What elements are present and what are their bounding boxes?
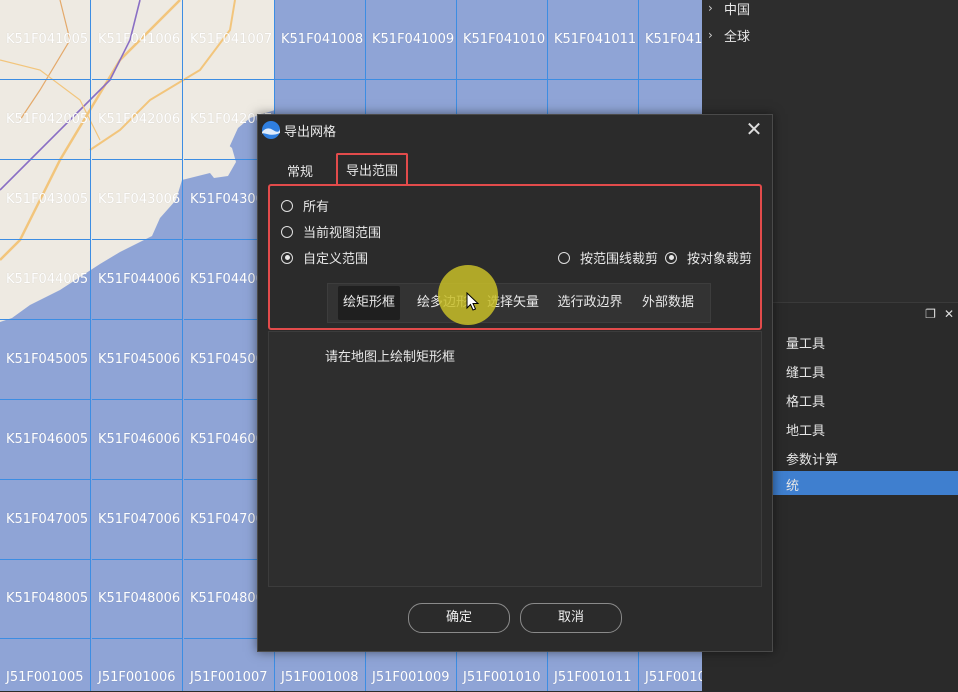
grid-cell-label: K51F041008 (281, 32, 364, 47)
grid-cell-label: K51F041005 (6, 32, 89, 47)
tree-item-label: 全球 (724, 29, 751, 45)
radio-circle-checked[interactable] (665, 251, 677, 264)
grid-cell-label: K51F044006 (98, 272, 181, 287)
chevron-right-icon[interactable]: › (708, 28, 724, 42)
grid-cell-label: J51F001007 (190, 670, 268, 685)
close-icon[interactable]: ✕ (742, 117, 766, 141)
draw-hint-panel: 请在地图上绘制矩形框 (268, 331, 762, 587)
radio-all[interactable]: 所有 (281, 196, 329, 215)
draw-rectangle-button[interactable]: 绘矩形框 (338, 286, 400, 320)
radio-clip-by-boundary[interactable]: 按范围线裁剪 (558, 248, 658, 267)
grid-cell-label: K51F047005 (6, 512, 89, 527)
external-data-button[interactable]: 外部数据 (634, 286, 702, 320)
grid-cell-label: K51F048006 (98, 591, 181, 606)
grid-cell-label: K51F041007 (190, 32, 273, 47)
ok-button[interactable]: 确定 (408, 603, 510, 633)
draw-hint-text: 请在地图上绘制矩形框 (325, 350, 456, 365)
grid-cell-label: J51F001010 (463, 670, 541, 685)
range-tool-group: 绘矩形框 绘多边形 选择矢量 选行政边界 外部数据 (327, 283, 711, 323)
radio-clip-by-object[interactable]: 按对象裁剪 (665, 248, 752, 267)
tool-item-label: 地工具 (786, 424, 826, 439)
radio-label: 当前视图范围 (303, 226, 382, 241)
radio-label: 按对象裁剪 (687, 252, 753, 267)
tree-item-label: 中国 (724, 2, 751, 18)
grid-cell-label: J51F001009 (372, 670, 450, 685)
radio-label: 自定义范围 (303, 252, 369, 267)
grid-cell-label: K51F041011 (554, 32, 637, 47)
grid-cell-label: K51F042006 (98, 112, 181, 127)
grid-cell-label: K51F045006 (98, 352, 181, 367)
grid-cell-label: J51F001006 (98, 670, 176, 685)
tab-general[interactable]: 常规 (276, 161, 324, 185)
tool-item-label: 缝工具 (786, 366, 826, 381)
grid-cell-label: K51F041009 (372, 32, 455, 47)
close-icon[interactable]: ✕ (944, 307, 954, 321)
radio-current-view[interactable]: 当前视图范围 (281, 222, 381, 241)
radio-circle[interactable] (281, 199, 293, 212)
mouse-pointer-icon (466, 292, 480, 311)
dialog-title-bar[interactable]: 导出网格 ✕ (258, 115, 772, 145)
restore-icon[interactable]: ❐ (925, 307, 936, 321)
radio-circle-checked[interactable] (281, 251, 293, 264)
grid-cell-label: K51F045005 (6, 352, 89, 367)
grid-cell-label: J51F001008 (281, 670, 359, 685)
dialog-title: 导出网格 (284, 125, 337, 140)
grid-cell-label: K51F044005 (6, 272, 89, 287)
tab-export-range[interactable]: 导出范围 (336, 153, 408, 185)
grid-cell-label: J51F001005 (6, 670, 84, 685)
grid-cell-label: K51F041006 (98, 32, 181, 47)
grid-cell-label: J51F001012 (645, 670, 702, 685)
export-grid-dialog: 导出网格 ✕ 常规 导出范围 所有 当前视图范围 自定义范围 按范围线裁剪 按对… (257, 114, 773, 652)
radio-label: 按范围线裁剪 (580, 252, 659, 267)
export-range-section: 所有 当前视图范围 自定义范围 按范围线裁剪 按对象裁剪 绘矩形框 绘多边形 选… (268, 184, 762, 330)
chevron-right-icon[interactable]: › (708, 1, 724, 15)
tool-item-label: 格工具 (786, 395, 826, 410)
radio-custom-range[interactable]: 自定义范围 (281, 248, 368, 267)
tool-item-label: 量工具 (786, 337, 826, 352)
grid-cell-label: K51F043005 (6, 192, 89, 207)
select-admin-boundary-button[interactable]: 选行政边界 (550, 286, 630, 320)
grid-cell-label: K51F046006 (98, 432, 181, 447)
tool-item-label: 统 (786, 479, 800, 494)
grid-cell-label: K51F048005 (6, 591, 89, 606)
grid-cell-label: K51F043006 (98, 192, 181, 207)
tree-item-global[interactable]: › 全球 (708, 24, 750, 46)
radio-label: 所有 (303, 200, 330, 215)
radio-circle[interactable] (281, 225, 293, 238)
grid-cell-label: K51F046005 (6, 432, 89, 447)
grid-cell-label: K51F042005 (6, 112, 89, 127)
grid-cell-label: K51F047006 (98, 512, 181, 527)
grid-cell-label: K51F041012 (645, 32, 702, 47)
tree-item-china[interactable]: › 中国 (708, 0, 750, 19)
tool-item-label: 参数计算 (786, 453, 839, 468)
radio-circle[interactable] (558, 251, 570, 264)
cancel-button[interactable]: 取消 (520, 603, 622, 633)
grid-cell-label: K51F041010 (463, 32, 546, 47)
app-logo-icon (261, 121, 280, 139)
grid-cell-label: J51F001011 (554, 670, 632, 685)
